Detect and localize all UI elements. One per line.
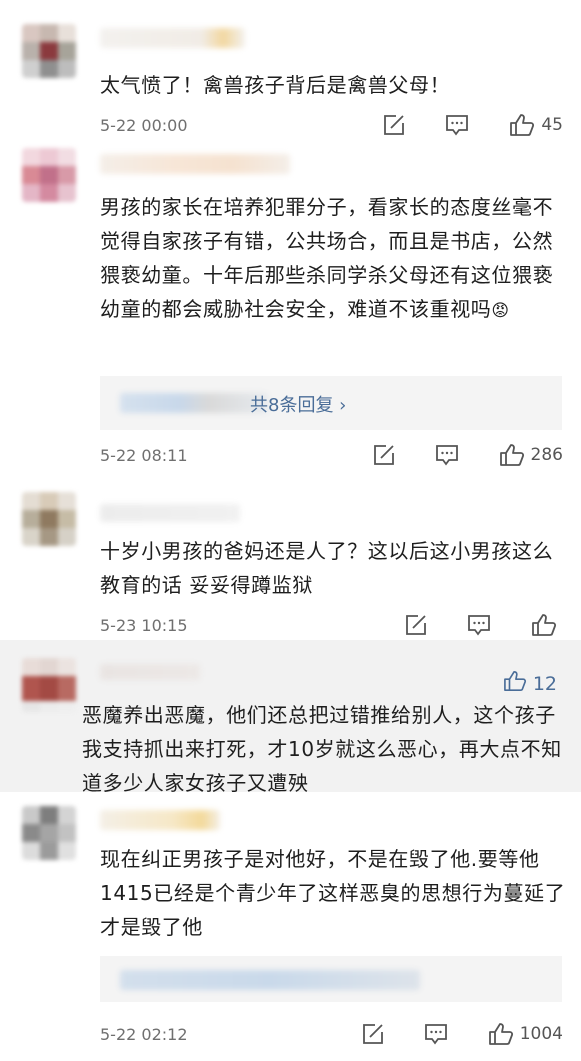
username-blurred[interactable]	[100, 810, 220, 830]
repost-icon[interactable]	[405, 614, 427, 636]
comment-meta: 5-22 02:12 1004	[100, 1021, 563, 1047]
avatar[interactable]	[22, 24, 76, 78]
repost-icon[interactable]	[362, 1023, 384, 1045]
like-count: 45	[541, 115, 563, 135]
username-blurred[interactable]	[100, 664, 200, 680]
avatar[interactable]	[22, 492, 76, 546]
thumbs-up-icon	[509, 113, 535, 137]
reply-author-blurred	[120, 970, 420, 990]
thumbs-up-icon	[531, 613, 557, 637]
comment-text: 现在纠正男孩子是对他好，不是在毁了他.要等他1415已经是个青少年了这样恶臭的思…	[100, 847, 566, 939]
comment-item-1: 太气愤了！禽兽孩子背后是禽兽父母！ 5-22 00:00 45	[0, 0, 581, 148]
comment-text: 恶魔养出恶魔，他们还总把过错推给别人，这个孩子我支持抓出来打死，才10岁就这么恶…	[82, 703, 562, 795]
like-count: 286	[530, 445, 563, 465]
avatar[interactable]	[22, 806, 76, 860]
comment-icon[interactable]	[467, 614, 491, 636]
comment-icon[interactable]	[445, 114, 469, 136]
username-blurred[interactable]	[100, 28, 245, 48]
comment-icon[interactable]	[424, 1023, 448, 1045]
comment-time: 5-22 00:00	[100, 115, 188, 135]
repost-icon[interactable]	[373, 444, 395, 466]
like-button[interactable]: 45	[509, 113, 563, 137]
like-button[interactable]: 1004	[488, 1022, 563, 1046]
comment-time: 5-22 08:11	[100, 445, 188, 465]
replies-preview[interactable]: 共8条回复 ›	[100, 376, 562, 430]
comment-meta: 5-23 10:15	[100, 612, 563, 638]
comment-item-2: 男孩的家长在培养犯罪分子，看家长的态度丝毫不觉得自家孩子有错，公共场合，而且是书…	[0, 148, 581, 478]
comment-item-5: 现在纠正男孩子是对他好，不是在毁了他.要等他1415已经是个青少年了这样恶臭的思…	[0, 792, 581, 1061]
like-count: 1004	[519, 1024, 563, 1044]
like-button[interactable]	[531, 613, 563, 637]
angry-face-emoji: 😡	[491, 301, 510, 321]
comment-time: 5-23 10:15	[100, 615, 188, 635]
comment-text: 男孩的家长在培养犯罪分子，看家长的态度丝毫不觉得自家孩子有错，公共场合，而且是书…	[100, 195, 554, 321]
like-count: 12	[532, 672, 557, 695]
comment-meta: 5-22 00:00 45	[100, 112, 563, 138]
username-blurred[interactable]	[100, 504, 240, 522]
like-button[interactable]: 286	[499, 443, 563, 467]
thumbs-up-icon	[499, 443, 525, 467]
avatar[interactable]	[22, 148, 76, 202]
thumbs-up-icon	[503, 670, 527, 697]
view-replies-link[interactable]: 共8条回复 ›	[250, 391, 346, 417]
repost-icon[interactable]	[383, 114, 405, 136]
comment-item-3: 十岁小男孩的爸妈还是人了？这以后这小男孩这么教育的话 妥妥得蹲监狱 5-23 1…	[0, 478, 581, 640]
comment-time: 5-22 02:12	[100, 1024, 188, 1044]
reply-author-blurred	[120, 393, 268, 413]
comment-icon[interactable]	[435, 444, 459, 466]
username-blurred[interactable]	[100, 154, 290, 174]
replies-preview[interactable]	[100, 956, 562, 1002]
comment-meta: 5-22 08:11 286	[100, 442, 563, 468]
like-button[interactable]: 12	[503, 670, 557, 697]
comment-text: 十岁小男孩的爸妈还是人了？这以后这小男孩这么教育的话 妥妥得蹲监狱	[100, 539, 554, 597]
comment-item-4: 12 恶魔养出恶魔，他们还总把过错推给别人，这个孩子我支持抓出来打死，才10岁就…	[0, 640, 581, 795]
avatar[interactable]	[22, 658, 76, 712]
thumbs-up-icon	[488, 1022, 514, 1046]
comment-text: 太气愤了！禽兽孩子背后是禽兽父母！	[100, 73, 451, 97]
